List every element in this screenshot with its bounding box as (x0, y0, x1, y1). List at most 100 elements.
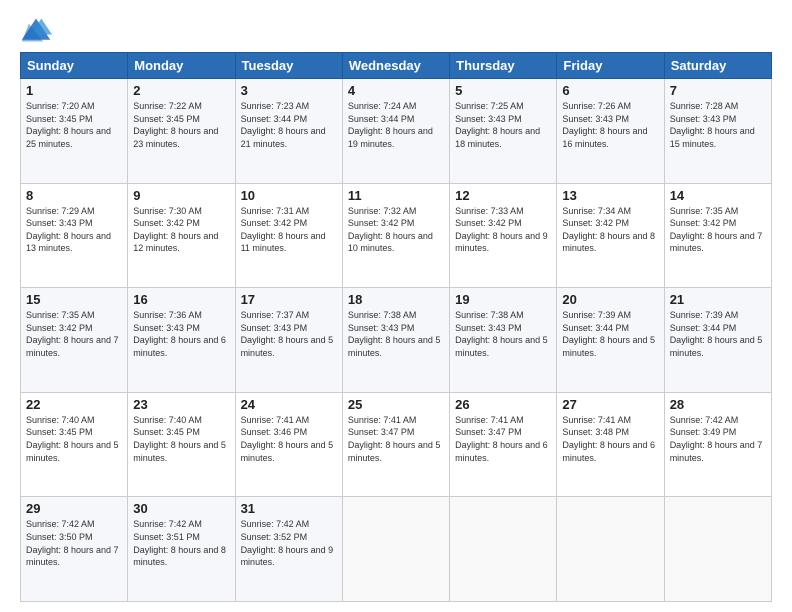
day-number: 2 (133, 83, 229, 98)
day-info: Sunrise: 7:42 AM Sunset: 3:51 PM Dayligh… (133, 518, 229, 568)
day-header-row: SundayMondayTuesdayWednesdayThursdayFrid… (21, 53, 772, 79)
day-number: 25 (348, 397, 444, 412)
calendar-cell: 27 Sunrise: 7:41 AM Sunset: 3:48 PM Dayl… (557, 392, 664, 497)
day-info: Sunrise: 7:42 AM Sunset: 3:49 PM Dayligh… (670, 414, 766, 464)
day-number: 19 (455, 292, 551, 307)
day-number: 14 (670, 188, 766, 203)
day-number: 7 (670, 83, 766, 98)
calendar-cell: 22 Sunrise: 7:40 AM Sunset: 3:45 PM Dayl… (21, 392, 128, 497)
calendar-cell: 25 Sunrise: 7:41 AM Sunset: 3:47 PM Dayl… (342, 392, 449, 497)
calendar-cell: 13 Sunrise: 7:34 AM Sunset: 3:42 PM Dayl… (557, 183, 664, 288)
day-number: 30 (133, 501, 229, 516)
calendar-cell: 16 Sunrise: 7:36 AM Sunset: 3:43 PM Dayl… (128, 288, 235, 393)
day-info: Sunrise: 7:29 AM Sunset: 3:43 PM Dayligh… (26, 205, 122, 255)
day-number: 16 (133, 292, 229, 307)
day-number: 27 (562, 397, 658, 412)
calendar-cell: 8 Sunrise: 7:29 AM Sunset: 3:43 PM Dayli… (21, 183, 128, 288)
day-info: Sunrise: 7:31 AM Sunset: 3:42 PM Dayligh… (241, 205, 337, 255)
calendar-cell: 3 Sunrise: 7:23 AM Sunset: 3:44 PM Dayli… (235, 79, 342, 184)
day-info: Sunrise: 7:20 AM Sunset: 3:45 PM Dayligh… (26, 100, 122, 150)
day-info: Sunrise: 7:32 AM Sunset: 3:42 PM Dayligh… (348, 205, 444, 255)
day-number: 31 (241, 501, 337, 516)
day-number: 24 (241, 397, 337, 412)
calendar-cell: 31 Sunrise: 7:42 AM Sunset: 3:52 PM Dayl… (235, 497, 342, 602)
day-number: 13 (562, 188, 658, 203)
day-number: 6 (562, 83, 658, 98)
day-number: 21 (670, 292, 766, 307)
day-number: 29 (26, 501, 122, 516)
day-number: 23 (133, 397, 229, 412)
header (20, 16, 772, 44)
calendar-cell: 11 Sunrise: 7:32 AM Sunset: 3:42 PM Dayl… (342, 183, 449, 288)
day-number: 18 (348, 292, 444, 307)
day-info: Sunrise: 7:38 AM Sunset: 3:43 PM Dayligh… (348, 309, 444, 359)
day-info: Sunrise: 7:38 AM Sunset: 3:43 PM Dayligh… (455, 309, 551, 359)
day-info: Sunrise: 7:37 AM Sunset: 3:43 PM Dayligh… (241, 309, 337, 359)
day-info: Sunrise: 7:42 AM Sunset: 3:50 PM Dayligh… (26, 518, 122, 568)
day-number: 1 (26, 83, 122, 98)
logo (20, 16, 54, 44)
day-info: Sunrise: 7:39 AM Sunset: 3:44 PM Dayligh… (562, 309, 658, 359)
day-info: Sunrise: 7:33 AM Sunset: 3:42 PM Dayligh… (455, 205, 551, 255)
day-number: 3 (241, 83, 337, 98)
calendar-cell (342, 497, 449, 602)
day-header-thursday: Thursday (450, 53, 557, 79)
day-header-tuesday: Tuesday (235, 53, 342, 79)
calendar-cell: 19 Sunrise: 7:38 AM Sunset: 3:43 PM Dayl… (450, 288, 557, 393)
day-info: Sunrise: 7:41 AM Sunset: 3:48 PM Dayligh… (562, 414, 658, 464)
day-number: 10 (241, 188, 337, 203)
day-info: Sunrise: 7:41 AM Sunset: 3:47 PM Dayligh… (348, 414, 444, 464)
day-info: Sunrise: 7:40 AM Sunset: 3:45 PM Dayligh… (26, 414, 122, 464)
day-header-sunday: Sunday (21, 53, 128, 79)
calendar-cell: 18 Sunrise: 7:38 AM Sunset: 3:43 PM Dayl… (342, 288, 449, 393)
day-info: Sunrise: 7:23 AM Sunset: 3:44 PM Dayligh… (241, 100, 337, 150)
calendar-cell: 10 Sunrise: 7:31 AM Sunset: 3:42 PM Dayl… (235, 183, 342, 288)
day-info: Sunrise: 7:24 AM Sunset: 3:44 PM Dayligh… (348, 100, 444, 150)
day-header-monday: Monday (128, 53, 235, 79)
day-header-friday: Friday (557, 53, 664, 79)
calendar-cell: 26 Sunrise: 7:41 AM Sunset: 3:47 PM Dayl… (450, 392, 557, 497)
calendar-cell: 24 Sunrise: 7:41 AM Sunset: 3:46 PM Dayl… (235, 392, 342, 497)
day-number: 8 (26, 188, 122, 203)
calendar-cell: 2 Sunrise: 7:22 AM Sunset: 3:45 PM Dayli… (128, 79, 235, 184)
day-info: Sunrise: 7:39 AM Sunset: 3:44 PM Dayligh… (670, 309, 766, 359)
calendar-cell: 14 Sunrise: 7:35 AM Sunset: 3:42 PM Dayl… (664, 183, 771, 288)
page: SundayMondayTuesdayWednesdayThursdayFrid… (0, 0, 792, 612)
calendar-cell (664, 497, 771, 602)
day-header-saturday: Saturday (664, 53, 771, 79)
week-row-4: 22 Sunrise: 7:40 AM Sunset: 3:45 PM Dayl… (21, 392, 772, 497)
calendar-cell: 5 Sunrise: 7:25 AM Sunset: 3:43 PM Dayli… (450, 79, 557, 184)
calendar-cell: 28 Sunrise: 7:42 AM Sunset: 3:49 PM Dayl… (664, 392, 771, 497)
day-info: Sunrise: 7:41 AM Sunset: 3:47 PM Dayligh… (455, 414, 551, 464)
day-number: 12 (455, 188, 551, 203)
calendar-cell: 29 Sunrise: 7:42 AM Sunset: 3:50 PM Dayl… (21, 497, 128, 602)
logo-icon (20, 16, 52, 44)
day-info: Sunrise: 7:40 AM Sunset: 3:45 PM Dayligh… (133, 414, 229, 464)
day-number: 15 (26, 292, 122, 307)
day-header-wednesday: Wednesday (342, 53, 449, 79)
day-number: 5 (455, 83, 551, 98)
calendar-cell: 23 Sunrise: 7:40 AM Sunset: 3:45 PM Dayl… (128, 392, 235, 497)
week-row-1: 1 Sunrise: 7:20 AM Sunset: 3:45 PM Dayli… (21, 79, 772, 184)
day-number: 22 (26, 397, 122, 412)
calendar-cell: 12 Sunrise: 7:33 AM Sunset: 3:42 PM Dayl… (450, 183, 557, 288)
calendar-cell: 15 Sunrise: 7:35 AM Sunset: 3:42 PM Dayl… (21, 288, 128, 393)
day-info: Sunrise: 7:34 AM Sunset: 3:42 PM Dayligh… (562, 205, 658, 255)
day-info: Sunrise: 7:28 AM Sunset: 3:43 PM Dayligh… (670, 100, 766, 150)
day-info: Sunrise: 7:41 AM Sunset: 3:46 PM Dayligh… (241, 414, 337, 464)
day-info: Sunrise: 7:22 AM Sunset: 3:45 PM Dayligh… (133, 100, 229, 150)
week-row-5: 29 Sunrise: 7:42 AM Sunset: 3:50 PM Dayl… (21, 497, 772, 602)
day-info: Sunrise: 7:42 AM Sunset: 3:52 PM Dayligh… (241, 518, 337, 568)
calendar-cell: 17 Sunrise: 7:37 AM Sunset: 3:43 PM Dayl… (235, 288, 342, 393)
day-info: Sunrise: 7:36 AM Sunset: 3:43 PM Dayligh… (133, 309, 229, 359)
day-info: Sunrise: 7:35 AM Sunset: 3:42 PM Dayligh… (670, 205, 766, 255)
calendar-cell: 9 Sunrise: 7:30 AM Sunset: 3:42 PM Dayli… (128, 183, 235, 288)
day-number: 26 (455, 397, 551, 412)
calendar-cell: 4 Sunrise: 7:24 AM Sunset: 3:44 PM Dayli… (342, 79, 449, 184)
calendar-cell: 21 Sunrise: 7:39 AM Sunset: 3:44 PM Dayl… (664, 288, 771, 393)
day-number: 20 (562, 292, 658, 307)
calendar-table: SundayMondayTuesdayWednesdayThursdayFrid… (20, 52, 772, 602)
day-number: 28 (670, 397, 766, 412)
day-number: 17 (241, 292, 337, 307)
calendar-cell: 20 Sunrise: 7:39 AM Sunset: 3:44 PM Dayl… (557, 288, 664, 393)
